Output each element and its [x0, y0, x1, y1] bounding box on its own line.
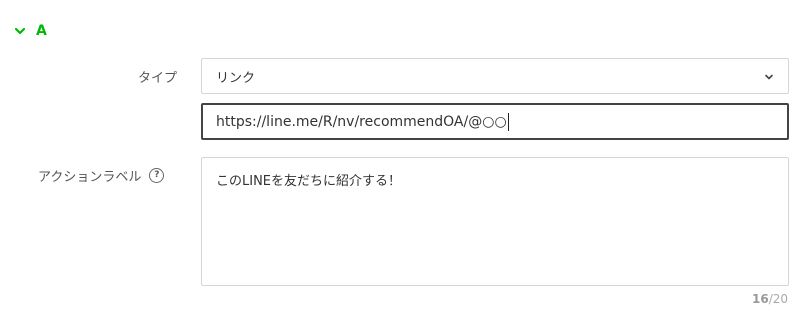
section-toggle[interactable]: A — [14, 22, 47, 40]
url-input-value: https://line.me/R/nv/recommendOA/@○○ — [216, 113, 507, 130]
action-label-textarea[interactable]: このLINEを友だちに紹介する！ — [201, 157, 789, 286]
type-label: タイプ — [137, 71, 177, 86]
text-cursor — [507, 112, 509, 131]
action-label-text: アクションラベル — [38, 170, 142, 185]
type-select-value: リンク — [216, 70, 256, 86]
action-editor: A タイプ リンク https://line.me/R/nv/recommend… — [0, 0, 800, 322]
chevron-down-icon[interactable] — [14, 25, 26, 37]
character-count-max: /20 — [768, 292, 788, 306]
chevron-down-icon — [765, 74, 773, 80]
character-count-current: 16 — [751, 292, 769, 306]
action-label-label: アクションラベル ? — [38, 166, 165, 185]
character-counter: 16/20 — [752, 292, 788, 306]
action-label-value: このLINEを友だちに紹介する！ — [216, 174, 402, 189]
question-circle-icon[interactable]: ? — [149, 168, 165, 183]
type-select[interactable]: リンク — [201, 58, 789, 94]
section-title: A — [36, 23, 47, 39]
url-input[interactable]: https://line.me/R/nv/recommendOA/@○○ — [201, 103, 789, 140]
